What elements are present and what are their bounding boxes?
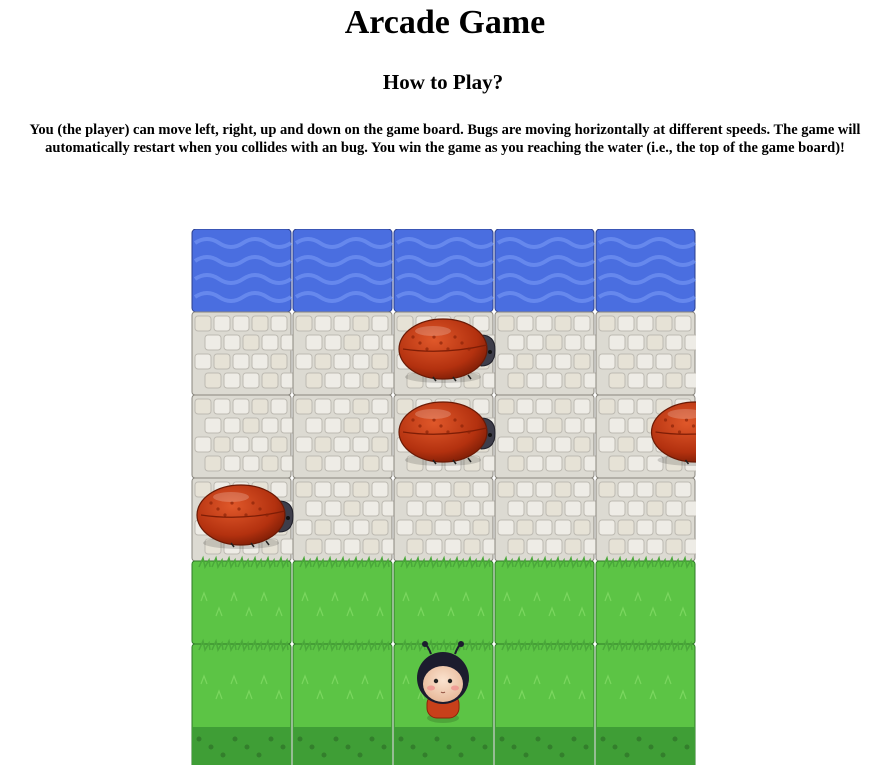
tile-water [494,229,596,313]
tile-grass [191,555,292,645]
tile-stone [595,311,696,396]
tile-grass [393,555,494,645]
tile-stone [494,311,601,396]
tile-water [393,229,495,313]
tile-stone [292,477,399,562]
game-board[interactable] [0,0,890,778]
tile-water [292,229,394,313]
enemy-bug-3 [650,401,696,466]
tile-stone [595,477,696,562]
tile-water [191,229,293,313]
tile-grass [292,638,393,765]
tile-stone [191,311,298,396]
tile-grass [494,638,595,765]
tile-grass [191,638,292,765]
tile-grass [494,555,595,645]
tile-stone [292,311,399,396]
tile-grass [292,555,393,645]
tile-grass [595,555,696,645]
tile-stone [393,477,500,562]
tile-grass [595,638,696,765]
tile-stone [191,394,298,479]
tile-stone [494,394,601,479]
tile-stone [292,394,399,479]
tile-water [595,229,696,313]
tile-stone [494,477,601,562]
game-canvas[interactable] [0,0,890,778]
